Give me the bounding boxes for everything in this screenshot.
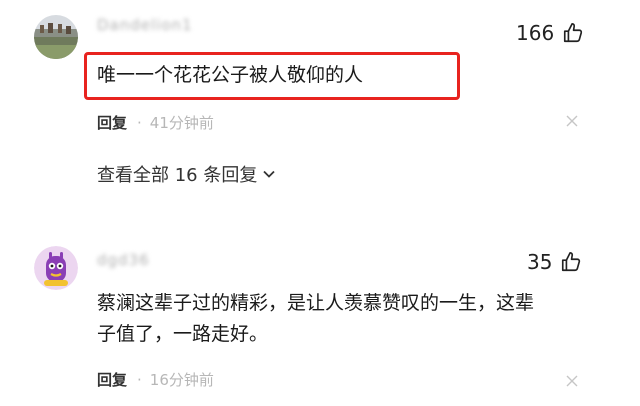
username[interactable]: dgd36: [97, 251, 150, 269]
avatar-image: [34, 15, 78, 59]
close-button[interactable]: [566, 372, 578, 391]
avatar[interactable]: [34, 15, 78, 59]
like-count: 166: [516, 21, 555, 45]
expand-replies-label: 查看全部 16 条回复: [97, 165, 258, 186]
comment-text: 唯一一个花花公子被人敬仰的人: [97, 64, 364, 86]
comment-meta: 回复 · 41分钟前: [97, 112, 214, 133]
comment-text-line: 蔡澜这辈子过的精彩，是让人羡慕赞叹的一生，这辈: [97, 292, 535, 314]
meta-separator: ·: [137, 370, 142, 389]
like-counter[interactable]: 166: [516, 21, 584, 45]
close-button[interactable]: [566, 112, 578, 131]
comment-meta: 回复 · 16分钟前: [97, 369, 214, 390]
reply-button[interactable]: 回复: [97, 369, 127, 390]
close-icon: [566, 375, 578, 387]
expand-replies-button[interactable]: 查看全部 16 条回复: [97, 161, 277, 187]
like-count: 35: [527, 250, 553, 274]
timestamp: 16分钟前: [149, 371, 214, 389]
meta-separator: ·: [137, 113, 142, 132]
reply-button[interactable]: 回复: [97, 112, 127, 133]
chevron-down-icon: [263, 170, 275, 178]
like-counter[interactable]: 35: [527, 250, 582, 274]
username[interactable]: Dandelion1: [97, 16, 193, 34]
close-icon: [566, 115, 578, 127]
thumbs-up-icon: [562, 252, 581, 272]
comment-text-line: 子值了，一路走好。: [97, 323, 269, 345]
avatar[interactable]: [34, 246, 78, 290]
avatar-image: [34, 246, 78, 290]
thumbs-up-icon: [564, 23, 583, 43]
timestamp: 41分钟前: [149, 114, 214, 132]
